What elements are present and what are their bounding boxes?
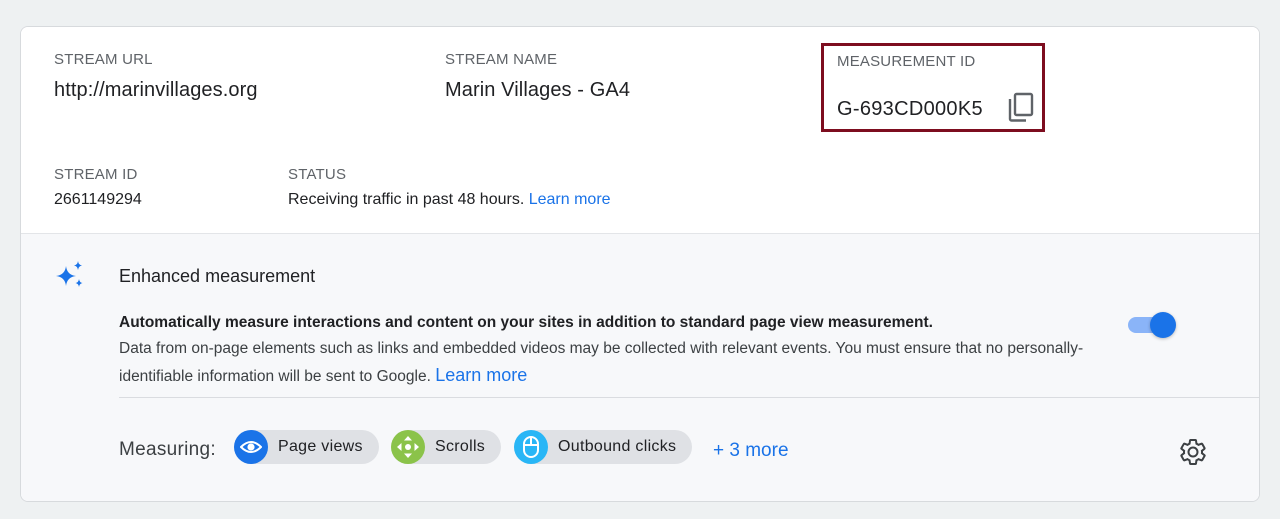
stream-name-label: STREAM NAME	[445, 51, 558, 68]
chip-outbound-clicks[interactable]: Outbound clicks	[514, 430, 693, 464]
stream-id-label: STREAM ID	[54, 166, 138, 183]
move-arrows-icon	[391, 430, 425, 464]
sparkle-icon	[56, 261, 83, 287]
status-value: Receiving traffic in past 48 hours. Lear…	[288, 191, 611, 209]
measurement-id-highlight: MEASUREMENT ID G-693CD000K5	[821, 43, 1045, 132]
stream-id-value: 2661149294	[54, 191, 142, 208]
toggle-knob	[1150, 312, 1176, 338]
status-field: STATUS Receiving traffic in past 48 hour…	[288, 166, 611, 209]
enhanced-desc-body: Data from on-page elements such as links…	[119, 336, 1119, 390]
enhanced-measurement-section: Enhanced measurement Automatically measu…	[21, 233, 1259, 501]
enhanced-desc-text: Data from on-page elements such as links…	[119, 340, 1084, 385]
enhanced-measurement-description: Automatically measure interactions and c…	[119, 310, 1119, 390]
status-learn-more-link[interactable]: Learn more	[529, 191, 611, 208]
stream-name-field: STREAM NAME Marin Villages - GA4	[445, 51, 630, 102]
mouse-icon	[514, 430, 548, 464]
stream-url-value: http://marinvillages.org	[54, 79, 258, 101]
chip-page-views[interactable]: Page views	[234, 430, 379, 464]
status-label: STATUS	[288, 166, 347, 183]
copy-icon[interactable]	[1006, 91, 1036, 123]
stream-details-section: STREAM URL http://marinvillages.org STRE…	[21, 27, 1259, 233]
enhanced-measurement-title: Enhanced measurement	[119, 266, 316, 286]
gear-icon[interactable]	[1178, 437, 1208, 467]
stream-id-field: STREAM ID 2661149294	[54, 166, 142, 209]
stream-url-label: STREAM URL	[54, 51, 153, 68]
divider	[119, 397, 1259, 398]
more-events-link[interactable]: + 3 more	[713, 440, 789, 462]
stream-details-card: STREAM URL http://marinvillages.org STRE…	[20, 26, 1260, 502]
measuring-label: Measuring:	[119, 439, 216, 460]
enhanced-measurement-toggle[interactable]	[1128, 310, 1178, 340]
stream-url-field: STREAM URL http://marinvillages.org	[54, 51, 258, 102]
stream-name-value: Marin Villages - GA4	[445, 79, 631, 101]
chip-scrolls-label: Scrolls	[435, 438, 486, 455]
measurement-id-label: MEASUREMENT ID	[837, 53, 976, 70]
status-text: Receiving traffic in past 48 hours.	[288, 191, 525, 208]
enhanced-desc-bold: Automatically measure interactions and c…	[119, 314, 933, 331]
chip-page-views-label: Page views	[278, 438, 363, 455]
chip-scrolls[interactable]: Scrolls	[391, 430, 502, 464]
eye-icon	[234, 430, 268, 464]
chip-outbound-clicks-label: Outbound clicks	[558, 438, 677, 455]
enhanced-learn-more-link[interactable]: Learn more	[435, 365, 527, 385]
measurement-id-value: G-693CD000K5	[837, 98, 983, 120]
